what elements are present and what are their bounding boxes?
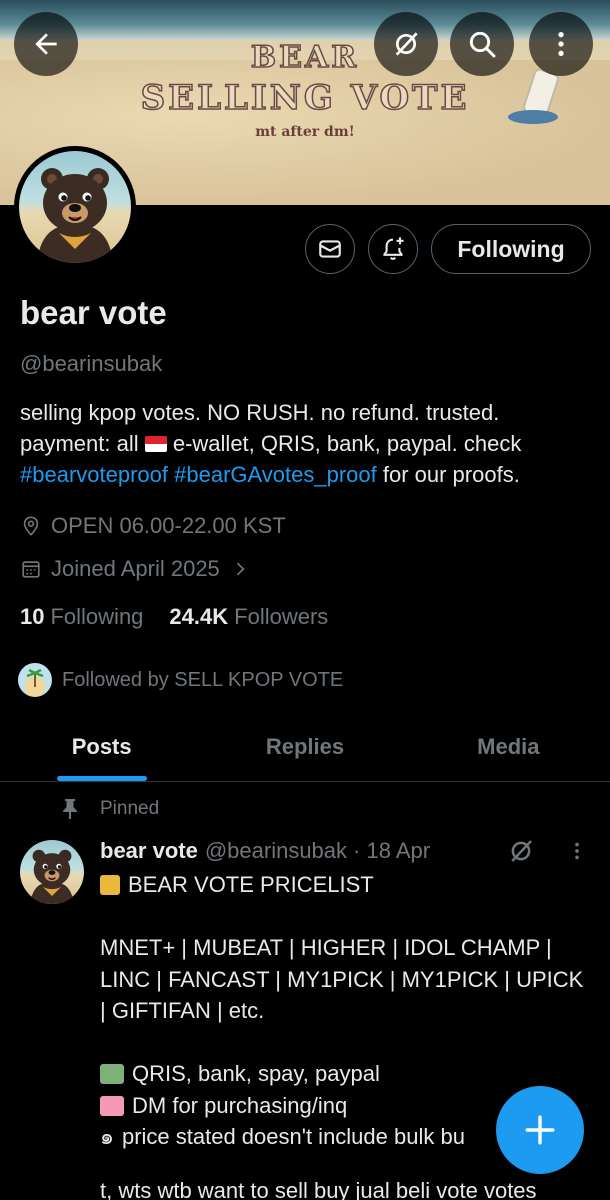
envelope-icon [319,240,341,258]
compose-button[interactable] [496,1086,584,1174]
post-line5: QRIS, bank, spay, paypal [132,1061,380,1086]
following-count: 10 [20,604,45,629]
more-vertical-icon[interactable] [566,839,588,863]
love-letter-emoji-icon [100,1095,124,1116]
following-count-link[interactable]: 10 Following [20,604,143,630]
profile-tabs: Posts Replies Media [0,712,610,782]
followed-by-row[interactable]: Followed by SELL KPOP VOTE [16,661,343,699]
tab-posts[interactable]: Posts [0,712,203,781]
post-icons [506,836,588,866]
following-button[interactable]: Following [431,224,591,274]
search-icon [469,31,496,58]
message-button[interactable] [305,224,355,274]
tab-posts-label: Posts [71,733,132,759]
post-line4: | GIFTIFAN | etc. [100,998,265,1023]
location-pin-icon [23,516,39,536]
follower-avatar [16,661,54,699]
joined-row[interactable]: Joined April 2025 [20,556,259,582]
plus-icon [525,1115,555,1145]
post-author-name[interactable]: bear vote [100,838,198,864]
location-row: OPEN 06.00-22.00 KST [20,513,286,539]
notebook-emoji-icon [100,875,120,895]
chevron-right-icon [236,562,245,576]
profile-avatar[interactable] [14,146,136,268]
pinned-label: Pinned [100,798,160,819]
post-line8: t, wts wtb want to sell buy jual beli vo… [100,1177,537,1200]
arrow-left-icon [35,33,57,55]
post-line7: price stated doesn't include bulk bu [121,1124,465,1149]
pin-icon [63,799,77,819]
tab-replies-label: Replies [265,733,345,759]
fish-illustration [508,110,558,124]
bio-line1: selling kpop votes. NO RUSH. no refund. … [20,400,500,425]
grok-button[interactable] [374,12,438,76]
post-line1: BEAR VOTE PRICELIST [128,872,374,897]
post-date[interactable]: · 18 Apr [353,838,430,864]
tab-media-label: Media [477,733,540,759]
more-vertical-icon [558,32,564,56]
calendar-icon [22,561,40,578]
post-author-avatar[interactable] [20,840,84,904]
post-line6: DM for purchasing/inq [132,1092,348,1118]
follow-counts: 10 Following 24.4K Followers [20,604,328,630]
bio-payment-prefix: payment: all [20,431,139,456]
user-handle: @bearinsubak [20,351,163,376]
hashtag-bearvoteproof[interactable]: #bearvoteproof [20,462,168,487]
post-line2: MNET+ | MUBEAT | HIGHER | IDOL CHAMP | [100,935,552,960]
active-tab-indicator [56,776,147,781]
location-text: OPEN 06.00-22.00 KST [51,513,286,538]
banner-subtitle: mt after dm! [255,124,355,140]
banner-water [0,0,610,40]
bio-tail: for our proofs. [376,462,520,487]
followers-count: 24.4K [169,604,229,629]
profile-bio: selling kpop votes. NO RUSH. no refund. … [20,397,600,490]
notify-button[interactable] [368,224,418,274]
post-line7-prefix: ๑ [100,1124,114,1149]
money-emoji-icon [100,1064,124,1084]
more-button[interactable] [529,12,593,76]
post-author-handle[interactable]: @bearinsubak [205,838,347,864]
grok-icon [395,32,418,56]
grok-icon[interactable] [506,836,536,866]
banner-title-line1: BEAR [250,39,360,76]
joined-text: Joined April 2025 [51,556,220,581]
display-name: bear vote [20,294,167,331]
bell-plus-icon [383,237,404,260]
followers-count-link[interactable]: 24.4K Followers [169,604,328,630]
followers-label: Followers [234,604,329,629]
back-button[interactable] [14,12,78,76]
followed-by-text: Followed by SELL KPOP VOTE [62,668,344,691]
following-label: Following [50,604,144,629]
indonesia-flag-icon [144,436,167,452]
hashtag-beargavotes-proof[interactable]: #bearGAvotes_proof [174,462,377,487]
post-line3: LINC | FANCAST | MY1PICK | MY1PICK | UPI… [100,966,584,992]
bio-payment-suffix: e-wallet, QRIS, bank, paypal. check [166,431,522,456]
bear-avatar-image [19,151,131,263]
search-button[interactable] [450,12,514,76]
tab-replies[interactable]: Replies [203,712,406,781]
pinned-indicator: Pinned [60,798,159,820]
post-header: bear vote @bearinsubak · 18 Apr [100,838,430,864]
tab-media[interactable]: Media [407,712,610,781]
